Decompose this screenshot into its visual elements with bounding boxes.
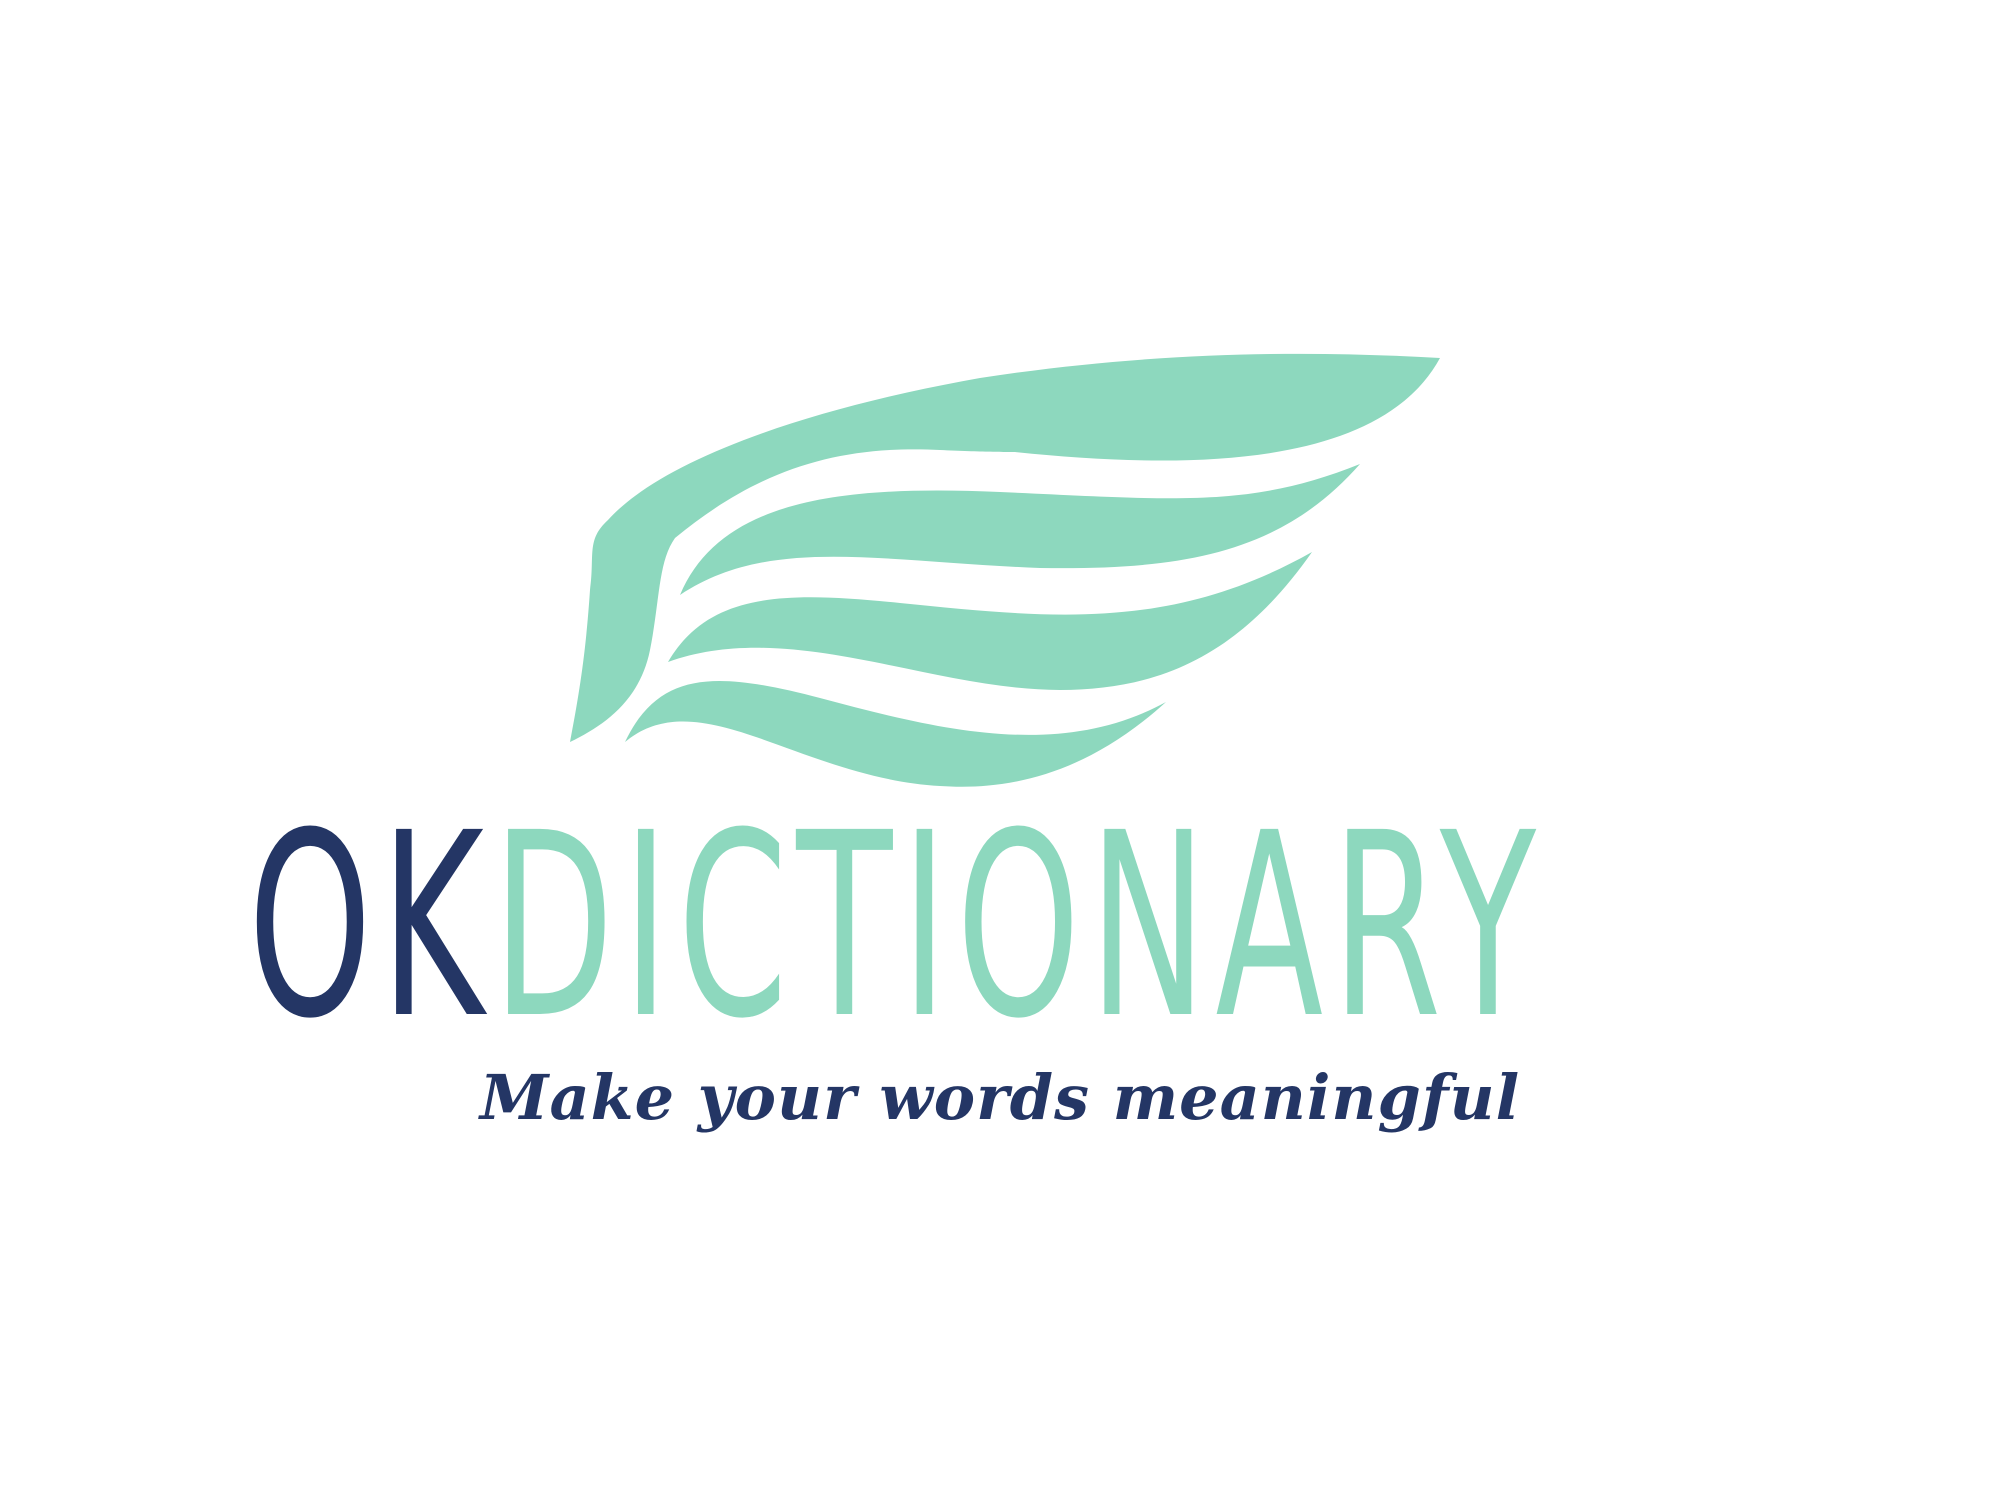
wing-feather-4	[625, 680, 1166, 787]
wing-feather-2	[680, 464, 1360, 595]
logo-tagline: Make your words meaningful	[479, 1061, 1521, 1134]
okdictionary-logo: OKDICTIONARY Make your words meaningful	[0, 0, 2000, 1500]
logo-wordmark: OKDICTIONARY	[248, 799, 1545, 1053]
wing-feather-3	[668, 552, 1312, 690]
wordmark-dictionary: DICTIONARY	[492, 778, 1545, 1074]
wing-icon	[570, 353, 1440, 787]
wordmark-ok: OK	[248, 778, 493, 1074]
